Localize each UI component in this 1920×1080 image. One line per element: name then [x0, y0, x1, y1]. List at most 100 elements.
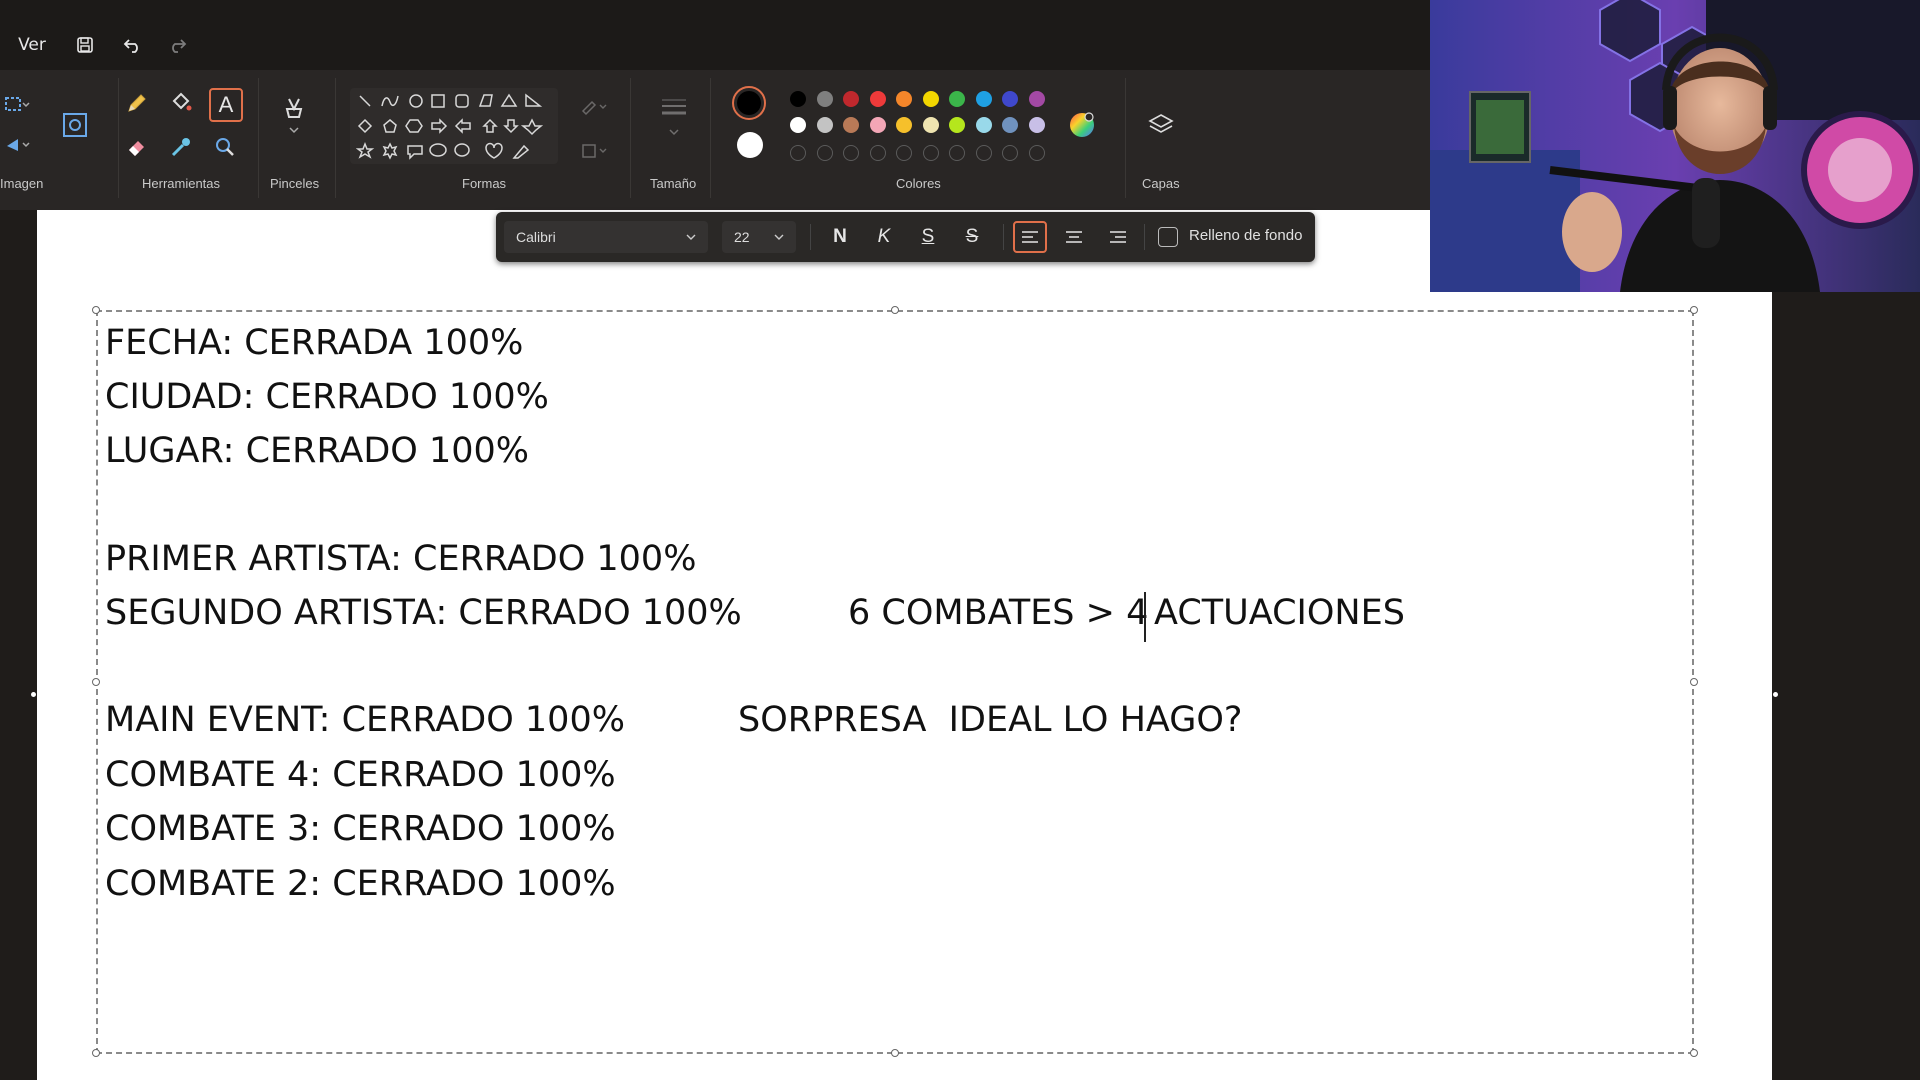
- fill-dropdown[interactable]: [580, 136, 610, 166]
- secondary-color-swatch[interactable]: [737, 132, 763, 158]
- strikethrough-button[interactable]: S: [955, 221, 989, 253]
- pencil-tool[interactable]: [122, 88, 152, 118]
- text-tool[interactable]: A: [209, 88, 243, 122]
- crop-tool[interactable]: [60, 110, 90, 140]
- primary-color-swatch[interactable]: [732, 86, 766, 120]
- resize-handle-bottom[interactable]: [891, 1049, 899, 1057]
- palette-swatch[interactable]: [816, 91, 833, 107]
- group-label-tools: Herramientas: [142, 176, 221, 191]
- chevron-down-icon: [686, 234, 696, 240]
- outline-icon: [581, 100, 607, 116]
- image-crop-icon: [63, 113, 87, 137]
- text-box-selection[interactable]: [96, 310, 1694, 1054]
- ribbon-separator: [335, 78, 336, 198]
- empty-custom-swatch[interactable]: [1002, 145, 1018, 161]
- undo-button[interactable]: [118, 30, 148, 60]
- eraser-tool[interactable]: [122, 132, 152, 162]
- resize-handle-bottom-right[interactable]: [1690, 1049, 1698, 1057]
- ribbon-separator: [710, 78, 711, 198]
- size-button[interactable]: [659, 99, 689, 136]
- rotate-tool[interactable]: [2, 130, 32, 160]
- palette-swatch[interactable]: [922, 117, 939, 133]
- palette-swatch[interactable]: [869, 117, 886, 133]
- text-line-venue: LUGAR: CERRADO 100%: [105, 431, 529, 471]
- empty-custom-swatch[interactable]: [816, 145, 833, 161]
- palette-swatch[interactable]: [975, 91, 992, 107]
- palette-swatch[interactable]: [1028, 91, 1045, 107]
- fill-tool[interactable]: [166, 88, 196, 118]
- text-line-main-event: MAIN EVENT: CERRADO 100%: [105, 700, 625, 740]
- align-right-button[interactable]: [1101, 221, 1135, 253]
- select-tool[interactable]: [2, 90, 32, 120]
- empty-custom-swatch[interactable]: [869, 145, 886, 161]
- redo-button[interactable]: [162, 30, 192, 60]
- color-picker-tool[interactable]: [166, 132, 196, 162]
- font-size-select[interactable]: 22: [722, 221, 796, 253]
- palette-swatch[interactable]: [843, 117, 859, 133]
- text-format-toolbar: Calibri 22 N K S S Relleno de fondo: [496, 212, 1315, 262]
- palette-swatch[interactable]: [790, 91, 806, 107]
- palette-swatch[interactable]: [896, 117, 912, 133]
- font-size-value: 22: [734, 229, 750, 245]
- font-family-select[interactable]: Calibri: [504, 221, 708, 253]
- edit-colors-button[interactable]: [1067, 110, 1097, 140]
- save-button[interactable]: [70, 30, 100, 60]
- magnifier-tool[interactable]: [210, 132, 240, 162]
- palette-swatch[interactable]: [1002, 117, 1018, 133]
- font-family-value: Calibri: [516, 229, 556, 245]
- underline-button[interactable]: S: [911, 221, 945, 253]
- empty-custom-swatch[interactable]: [949, 145, 965, 161]
- palette-swatch[interactable]: [816, 117, 833, 133]
- text-caret: [1144, 592, 1146, 642]
- title-bar: [0, 0, 1430, 70]
- palette-swatch[interactable]: [949, 117, 965, 133]
- undo-icon: [123, 39, 138, 53]
- palette-swatch[interactable]: [790, 117, 806, 133]
- align-left-button[interactable]: [1013, 221, 1047, 253]
- resize-handle-top[interactable]: [891, 306, 899, 314]
- text-line-second-artist: SEGUNDO ARTISTA: CERRADO 100%: [105, 593, 742, 633]
- resize-handle-top-right[interactable]: [1690, 306, 1698, 314]
- bold-button[interactable]: N: [823, 221, 857, 253]
- outline-dropdown[interactable]: [580, 92, 610, 122]
- toolbar-divider: [1144, 224, 1145, 250]
- empty-custom-swatch[interactable]: [922, 145, 939, 161]
- palette-swatch[interactable]: [843, 91, 859, 107]
- empty-custom-swatch[interactable]: [790, 145, 806, 161]
- resize-handle-left[interactable]: [92, 678, 100, 686]
- italic-button[interactable]: K: [867, 221, 901, 253]
- palette-swatch[interactable]: [922, 91, 939, 107]
- canvas-resize-handle-left[interactable]: [31, 692, 36, 697]
- empty-custom-swatch[interactable]: [1028, 145, 1045, 161]
- empty-custom-swatch[interactable]: [843, 145, 859, 161]
- background-fill-checkbox[interactable]: [1158, 227, 1178, 247]
- resize-handle-top-left[interactable]: [92, 306, 100, 314]
- palette-swatch[interactable]: [896, 91, 912, 107]
- brushes-button[interactable]: [279, 98, 309, 134]
- empty-custom-swatch[interactable]: [975, 145, 992, 161]
- paint-bucket-icon: [172, 92, 192, 111]
- view-menu-label: Ver: [18, 35, 46, 55]
- palette-swatch[interactable]: [869, 91, 886, 107]
- align-center-button[interactable]: [1057, 221, 1091, 253]
- resize-handle-right[interactable]: [1690, 678, 1698, 686]
- palette-swatch[interactable]: [949, 91, 965, 107]
- palette-swatch[interactable]: [975, 117, 992, 133]
- eyedropper-icon: [171, 138, 190, 157]
- empty-custom-swatch[interactable]: [896, 145, 912, 161]
- eraser-icon: [129, 141, 144, 156]
- layers-button[interactable]: [1146, 110, 1176, 140]
- shapes-gallery-icons: [356, 93, 544, 160]
- ribbon-separator: [258, 78, 259, 198]
- rotate-icon: [7, 139, 30, 151]
- chevron-down-icon: [774, 234, 784, 240]
- redo-icon: [172, 39, 187, 53]
- ribbon-separator: [630, 78, 631, 198]
- layers-icon: [1148, 114, 1174, 133]
- canvas-resize-handle-right[interactable]: [1773, 692, 1778, 697]
- view-menu[interactable]: Ver: [12, 30, 52, 60]
- text-line-city: CIUDAD: CERRADO 100%: [105, 377, 549, 417]
- palette-swatch[interactable]: [1002, 91, 1018, 107]
- resize-handle-bottom-left[interactable]: [92, 1049, 100, 1057]
- palette-swatch[interactable]: [1028, 117, 1045, 133]
